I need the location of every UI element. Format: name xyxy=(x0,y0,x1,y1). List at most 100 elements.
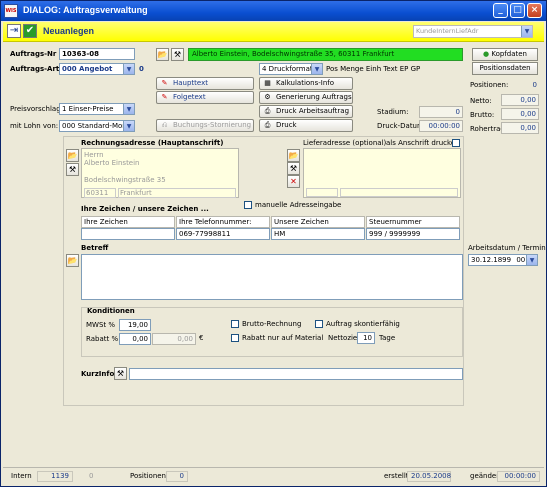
intern-value: 1139 xyxy=(37,471,73,482)
exit-door-icon[interactable]: ⇥ xyxy=(7,24,21,38)
cancel-booking-icon: ⎌ xyxy=(161,121,168,129)
dialog-window: WIS DIALOG: Auftragsverwaltung _ □ × ⇥ ✔… xyxy=(0,0,547,487)
folgetext-button[interactable]: ✎ Folgetext xyxy=(156,91,254,104)
rabatt-label: Rabatt % xyxy=(86,335,119,343)
wage-label: mit Lohn von: xyxy=(10,122,59,130)
customer-banner: Alberto Einstein, Bodelschwingstraße 35,… xyxy=(188,48,463,61)
brutto-rechnung-label: Brutto-Rechnung xyxy=(242,320,302,328)
positionen-status-value: 0 xyxy=(166,471,188,482)
betreff-title: Betreff xyxy=(81,244,109,252)
kopfdaten-label: Kopfdaten xyxy=(491,50,527,58)
price-suggestion-select[interactable]: 1 Einser-Preise ▼ xyxy=(59,103,135,115)
pos-caption: Pos Menge Einh Text EP GP xyxy=(326,65,421,73)
zeichen-title: Ihre Zeichen / unsere Zeichen ... xyxy=(81,205,209,213)
steuernummer-field[interactable]: 999 / 9999999 xyxy=(366,228,460,240)
betreff-field[interactable] xyxy=(81,254,463,300)
hammer-icon[interactable]: ⚒ xyxy=(171,48,184,61)
close-button[interactable]: × xyxy=(527,3,542,18)
buchungs-storno-label: Buchungs-Stornierung xyxy=(173,121,252,129)
druck-label: Druck xyxy=(276,121,297,129)
rechnung-zip: 60311 xyxy=(84,188,116,198)
rechnung-address-box[interactable]: Herrn Alberto Einstein Bodelschwingstraß… xyxy=(81,148,239,198)
kopfdaten-button[interactable]: ● Kopfdaten xyxy=(472,48,538,61)
positions-total-label: Positionen: xyxy=(470,81,509,89)
positionen-status-label: Positionen xyxy=(130,472,166,480)
generierung-button[interactable]: ⚙ Generierung Auftragsarten xyxy=(259,91,353,104)
hammer-icon[interactable]: ⚒ xyxy=(66,163,79,176)
buchungs-storno-button[interactable]: ⎌ Buchungs-Stornierung xyxy=(156,119,254,132)
calculator-icon: ▦ xyxy=(264,79,271,87)
rabatt-material-checkbox[interactable] xyxy=(231,334,239,342)
wage-select[interactable]: 000 Standard-Monte ▼ xyxy=(59,120,135,132)
order-type-label: Auftrags-Art xyxy=(10,65,60,73)
haupttext-label: Haupttext xyxy=(173,79,208,87)
brutto-rechnung-checkbox[interactable] xyxy=(231,320,239,328)
status-bar: Intern 1139 0 Positionen 0 erstellt 20.0… xyxy=(3,467,544,484)
text-icon: ✎ xyxy=(161,93,168,101)
telefon-field[interactable]: 069-77998811 xyxy=(176,228,270,240)
mwst-label: MWSt % xyxy=(86,321,116,329)
order-nr-field[interactable]: 10363-08 xyxy=(59,48,135,60)
positionsdaten-label: Positionsdaten xyxy=(479,64,531,72)
rabatt-field[interactable]: 0,00 xyxy=(119,333,151,345)
positionsdaten-button[interactable]: Positionsdaten xyxy=(472,62,538,75)
termin-label: Arbeitsdatum / Termin xyxy=(468,244,546,252)
druck-button[interactable]: ⎙ Druck xyxy=(259,119,353,132)
folder-open-icon[interactable]: 📂 xyxy=(66,149,79,162)
chevron-down-icon[interactable]: ▼ xyxy=(311,64,322,74)
generierung-label: Generierung Auftragsarten xyxy=(276,93,352,101)
druck-arbeitsauftrag-button[interactable]: ⎙ Druck Arbeitsauftrag xyxy=(259,105,353,118)
folder-open-icon[interactable]: 📂 xyxy=(66,254,79,267)
brutto-value: 0,00 xyxy=(501,108,539,120)
mode-select[interactable]: KundeInternLiefAdr ▼ xyxy=(413,25,533,38)
minimize-button[interactable]: _ xyxy=(493,3,508,18)
positions-total-value: 0 xyxy=(532,81,537,89)
termin-date: 30.12.1899 xyxy=(471,256,512,264)
printer-icon: ⎙ xyxy=(264,121,271,129)
window-title: DIALOG: Auftragsverwaltung xyxy=(23,5,148,15)
order-type-select[interactable]: 000 Angebot ▼ xyxy=(59,63,135,75)
hammer-icon[interactable]: ⚒ xyxy=(114,367,127,380)
folder-open-icon[interactable]: 📂 xyxy=(156,48,169,61)
print-format-select[interactable]: 4 Druckformat-4 ▼ xyxy=(259,63,323,75)
chevron-down-icon[interactable]: ▼ xyxy=(123,121,134,131)
kurzinfo-label: KurzInfo xyxy=(81,370,115,378)
liefer-address-box[interactable] xyxy=(303,148,461,198)
zeichen-header-2: Ihre Telefonnummer: xyxy=(176,216,270,228)
rabatt-material-label: Rabatt nur auf Material xyxy=(242,334,324,342)
as-invoice-checkbox[interactable] xyxy=(452,139,460,147)
maximize-button[interactable]: □ xyxy=(510,3,525,18)
ihre-zeichen-field[interactable] xyxy=(81,228,175,240)
termin-datetime[interactable]: 30.12.1899 00:00 ▼ xyxy=(468,254,538,266)
chevron-down-icon[interactable]: ▼ xyxy=(123,64,134,74)
erstellt-label: erstellt xyxy=(384,472,409,480)
unsere-zeichen-field[interactable]: HM xyxy=(271,228,365,240)
folder-open-icon[interactable]: 📂 xyxy=(287,149,300,162)
mwst-field[interactable]: 19,00 xyxy=(119,319,151,331)
kalkulation-button[interactable]: ▦ Kalkulations-Info xyxy=(259,77,353,90)
zeichen-header-3: Unsere Zeichen xyxy=(271,216,365,228)
delete-x-icon[interactable]: ✕ xyxy=(287,175,300,188)
mode-select-value: KundeInternLiefAdr xyxy=(416,27,479,35)
druck-datum-value: 00:00:00 xyxy=(419,120,463,132)
skonto-checkbox[interactable] xyxy=(315,320,323,328)
chevron-down-icon[interactable]: ▼ xyxy=(123,104,134,114)
mode-title: Neuanlegen xyxy=(43,26,95,36)
title-bar[interactable]: WIS DIALOG: Auftragsverwaltung _ □ × xyxy=(1,1,546,21)
nettoziel-field[interactable]: 10 xyxy=(357,332,375,344)
hammer-icon[interactable]: ⚒ xyxy=(287,162,300,175)
liefer-city xyxy=(340,188,458,197)
manual-address-checkbox[interactable] xyxy=(244,201,252,209)
rechnung-salutation: Herrn xyxy=(84,151,104,159)
haupttext-button[interactable]: ✎ Haupttext xyxy=(156,77,254,90)
confirm-check-icon[interactable]: ✔ xyxy=(23,24,37,38)
price-suggestion-value: 1 Einser-Preise xyxy=(62,105,114,113)
intern-label: Intern xyxy=(11,472,32,480)
chevron-down-icon[interactable]: ▼ xyxy=(526,255,537,265)
rohertrag-value: 0,00 xyxy=(501,122,539,134)
kurzinfo-field[interactable] xyxy=(129,368,463,380)
chevron-down-icon[interactable]: ▼ xyxy=(521,26,532,37)
nettoziel-label: Nettoziel xyxy=(328,334,360,342)
rabatt-amount: 0,00 xyxy=(152,333,196,345)
geaendert-value: 00:00:00 xyxy=(497,471,540,482)
